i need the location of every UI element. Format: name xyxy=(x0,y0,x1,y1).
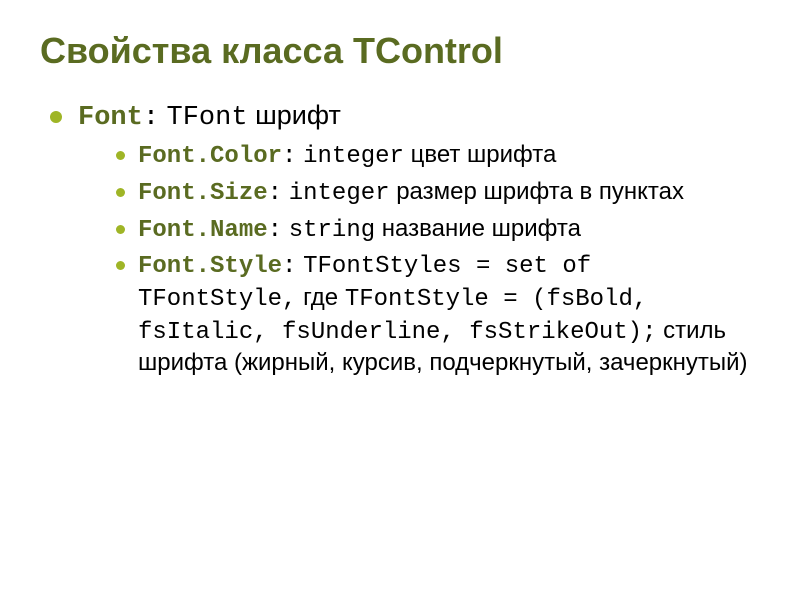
colon: : xyxy=(143,103,159,133)
prop-name: Font xyxy=(78,103,143,133)
prop-type: TFont xyxy=(167,103,248,133)
colon: : xyxy=(282,143,296,170)
prop-type: string xyxy=(289,217,375,244)
item-font-color: Font.Color: integer цвет шрифта xyxy=(116,140,760,173)
prop-type: integer xyxy=(289,180,390,207)
colon: : xyxy=(282,253,296,280)
prop-name: Font.Name xyxy=(138,217,268,244)
slide: Свойства класса TControl Font: TFont шри… xyxy=(0,0,800,600)
prop-name: Font.Size xyxy=(138,180,268,207)
item-font-style: Font.Style: TFontStyles = set of TFontSt… xyxy=(116,250,760,379)
prop-type: integer xyxy=(303,143,404,170)
prop-desc: название шрифта xyxy=(382,215,581,242)
prop-desc: размер шрифта в пунктах xyxy=(396,178,684,205)
item-font-size: Font.Size: integer размер шрифта в пункт… xyxy=(116,177,760,210)
bullet-list-level2: Font.Color: integer цвет шрифта Font.Siz… xyxy=(78,140,760,379)
item-font-name: Font.Name: string название шрифта xyxy=(116,214,760,247)
where-word: где xyxy=(303,284,338,311)
prop-name: Font.Style xyxy=(138,253,282,280)
slide-title: Свойства класса TControl xyxy=(40,30,760,71)
colon: : xyxy=(268,180,282,207)
prop-name: Font.Color xyxy=(138,143,282,170)
prop-desc: шрифт xyxy=(255,100,341,130)
prop-desc: цвет шрифта xyxy=(411,141,557,168)
item-font: Font: TFont шрифт Font.Color: integer цв… xyxy=(50,99,760,379)
colon: : xyxy=(268,217,282,244)
bullet-list-level1: Font: TFont шрифт Font.Color: integer цв… xyxy=(40,99,760,379)
